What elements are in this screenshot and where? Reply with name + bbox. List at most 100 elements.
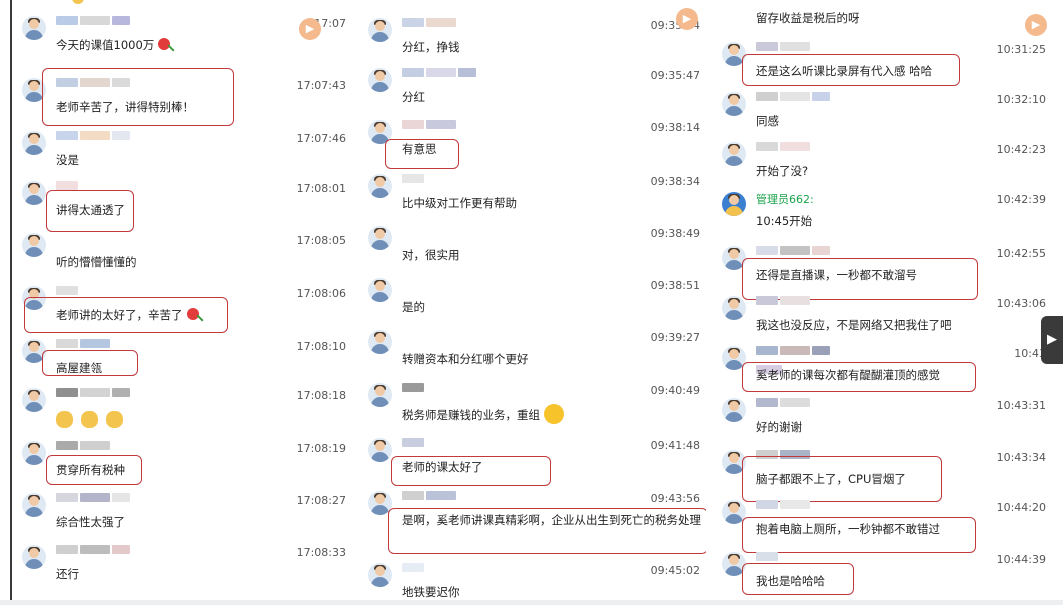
play-badge-icon[interactable]: ▶ (1025, 14, 1047, 36)
play-badge-icon[interactable]: ▶ (299, 18, 321, 40)
user-avatar[interactable] (22, 16, 46, 40)
highlight-box (24, 297, 228, 333)
blurred-name-segment (112, 16, 130, 25)
sender-name (756, 246, 846, 256)
message-text-content: 留存收益是税后的呀 (756, 11, 860, 25)
message-text-content: 地铁要迟你 (402, 585, 460, 599)
blurred-name-segment (402, 383, 424, 392)
user-avatar[interactable] (22, 233, 46, 257)
user-avatar[interactable] (368, 18, 392, 42)
blurred-name-segment (80, 16, 110, 25)
user-avatar[interactable] (722, 296, 746, 320)
sender-name (402, 383, 492, 393)
message-time: 17:08:19 (296, 442, 346, 455)
message-text-content: 转赠资本和分红哪个更好 (402, 352, 529, 366)
blurred-name-segment (80, 339, 110, 348)
blurred-name-segment (458, 68, 476, 77)
user-avatar[interactable] (722, 192, 746, 216)
sender-name (56, 545, 146, 555)
user-avatar[interactable] (722, 92, 746, 116)
highlight-box (742, 258, 978, 300)
sender-name (402, 120, 492, 130)
sender-name (402, 226, 492, 236)
sender-name (756, 42, 846, 52)
blurred-name-segment (780, 296, 810, 305)
message-text: 分红 (402, 89, 425, 105)
sender-name (756, 346, 846, 374)
user-avatar[interactable] (22, 545, 46, 569)
sender-name (402, 68, 492, 78)
blurred-name-segment (780, 92, 810, 101)
blurred-name-segment (756, 296, 778, 305)
blurred-name-segment (812, 92, 830, 101)
user-avatar[interactable] (368, 174, 392, 198)
message-time: 17:08:05 (296, 234, 346, 247)
message-text: 同感 (756, 113, 779, 129)
blurred-name-segment (112, 493, 130, 502)
user-avatar[interactable] (368, 278, 392, 302)
user-avatar[interactable] (368, 226, 392, 250)
highlight-box (742, 563, 854, 595)
message-text: 比中级对工作更有帮助 (402, 195, 517, 211)
sender-name (56, 441, 146, 451)
sender-name (402, 278, 492, 288)
sender-name (756, 398, 846, 408)
message-time: 10:44:20 (996, 501, 1046, 514)
blurred-name-segment (56, 131, 78, 140)
message-text-content: 听的懵懵懂懂的 (56, 255, 137, 269)
user-avatar[interactable] (22, 493, 46, 517)
user-avatar[interactable] (368, 563, 392, 587)
blurred-name-segment (756, 552, 778, 561)
highlight-box (388, 508, 706, 554)
scrollbar-track[interactable] (0, 600, 1063, 605)
blurred-name-segment (756, 92, 778, 101)
message-time: 09:41:48 (650, 439, 700, 452)
blurred-name-segment (56, 286, 78, 295)
highlight-box (742, 456, 942, 502)
highlight-box (42, 350, 138, 376)
user-avatar[interactable] (22, 441, 46, 465)
user-avatar[interactable] (722, 398, 746, 422)
blurred-name-segment (402, 174, 424, 183)
user-avatar[interactable] (368, 68, 392, 92)
collapse-arrow-icon[interactable]: ▶ (1041, 316, 1063, 364)
message-time: 09:38:14 (650, 121, 700, 134)
message-time: 17:07:46 (296, 132, 346, 145)
message-text (56, 409, 131, 432)
message-time: 10:44:39 (996, 553, 1046, 566)
message-text-content: 税务师是赚钱的业务，重组 (402, 408, 540, 422)
message-text: 好的谢谢 (756, 419, 802, 435)
sender-name (56, 388, 146, 398)
blurred-name-segment (80, 493, 110, 502)
highlight-box (385, 139, 459, 169)
emoji-partial-icon (72, 0, 84, 4)
sender-name (56, 493, 146, 503)
blurred-name-segment (780, 398, 810, 407)
blurred-name-segment (426, 18, 456, 27)
user-avatar[interactable] (722, 142, 746, 166)
message-time: 10:42:55 (996, 247, 1046, 260)
message-time: 10:42:23 (996, 143, 1046, 156)
highlight-box (742, 362, 976, 392)
blurred-name-segment (80, 388, 110, 397)
blurred-name-segment (112, 545, 130, 554)
user-avatar[interactable] (22, 131, 46, 155)
message-text-content: 10:45开始 (756, 214, 813, 228)
sender-name (402, 174, 492, 184)
message-time: 17:08:06 (296, 287, 346, 300)
message-time: 10:43:34 (996, 451, 1046, 464)
blurred-name-segment (756, 398, 778, 407)
blurred-name-segment (780, 500, 810, 509)
message-time: 17:07:43 (296, 79, 346, 92)
message-time: 09:35:47 (650, 69, 700, 82)
user-avatar[interactable] (368, 330, 392, 354)
user-avatar[interactable] (368, 438, 392, 462)
user-avatar[interactable] (368, 383, 392, 407)
sender-name (56, 339, 146, 349)
user-avatar[interactable] (22, 181, 46, 205)
message-time: 09:43:56 (650, 492, 700, 505)
message-text-content: 好的谢谢 (756, 420, 802, 434)
user-avatar[interactable] (22, 388, 46, 412)
blurred-name-segment (756, 42, 778, 51)
play-badge-icon[interactable]: ▶ (676, 8, 698, 30)
